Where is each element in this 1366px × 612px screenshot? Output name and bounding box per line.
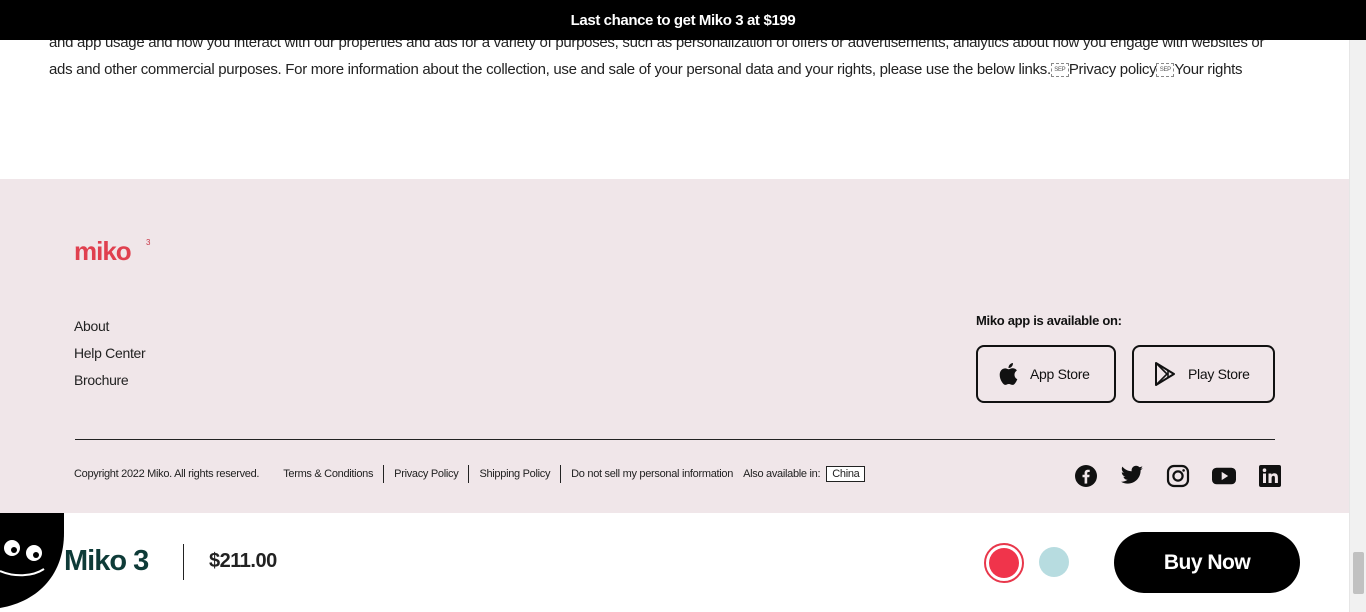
separator-glyph: SEP [1050, 63, 1069, 78]
page-scrollbar[interactable] [1349, 40, 1366, 612]
miko-logo[interactable]: miko 3 [74, 236, 154, 266]
linkedin-icon[interactable] [1258, 464, 1282, 488]
product-divider [183, 544, 184, 580]
apple-icon [999, 363, 1018, 385]
promo-bar[interactable]: Last chance to get Miko 3 at $199 [0, 0, 1366, 40]
region-selector-china[interactable]: China [826, 466, 866, 482]
shipping-policy-link[interactable]: Shipping Policy [469, 465, 562, 483]
do-not-sell-link[interactable]: Do not sell my personal information [561, 465, 743, 483]
product-price: $211.00 [209, 550, 277, 572]
miko-face-icon [0, 513, 64, 608]
footer-link-brochure[interactable]: Brochure [74, 367, 145, 394]
separator-glyph: SEP [1156, 63, 1175, 78]
footer-bottom-row: Copyright 2022 Miko. All rights reserved… [74, 465, 866, 483]
promo-text: Last chance to get Miko 3 at [570, 11, 760, 29]
instagram-icon[interactable] [1166, 464, 1190, 488]
terms-link[interactable]: Terms & Conditions [283, 465, 385, 483]
footer-divider [75, 439, 1275, 440]
logo-sup: 3 [146, 238, 151, 247]
copyright-text: Copyright 2022 Miko. All rights reserved… [74, 468, 260, 480]
color-swatch-red[interactable] [984, 543, 1024, 583]
youtube-icon[interactable] [1212, 464, 1236, 488]
social-links [1074, 464, 1282, 488]
your-rights-link[interactable]: Your rights [1174, 61, 1242, 78]
app-store-label: App Store [1030, 366, 1090, 382]
play-store-icon [1155, 362, 1175, 386]
color-swatch-blue[interactable] [1039, 547, 1069, 577]
privacy-policy-footer-link[interactable]: Privacy Policy [384, 465, 470, 483]
twitter-icon[interactable] [1120, 464, 1144, 488]
footer-link-about[interactable]: About [74, 313, 145, 340]
footer-nav: About Help Center Brochure [74, 313, 146, 394]
legal-links: Terms & Conditions Privacy Policy Shipping… [283, 465, 743, 483]
footer: miko 3 About Help Center Brochure Miko a… [0, 179, 1349, 519]
app-store-button[interactable]: App Store [976, 345, 1116, 403]
page: Last chance to get Miko 3 at $199 and ap… [0, 0, 1366, 612]
footer-link-help-center[interactable]: Help Center [74, 340, 146, 367]
also-available-label: Also available in: [743, 468, 821, 480]
color-swatch-red-fill [989, 548, 1019, 578]
sticky-buy-bar: Miko 3 $211.00 Buy Now [0, 513, 1349, 612]
facebook-icon[interactable] [1074, 464, 1098, 488]
play-store-label: Play Store [1188, 366, 1250, 382]
play-store-button[interactable]: Play Store [1132, 345, 1275, 403]
buy-now-button[interactable]: Buy Now [1114, 532, 1300, 593]
app-availability-title: Miko app is available on: [976, 313, 1122, 328]
product-name: Miko 3 [64, 545, 149, 577]
privacy-policy-link[interactable]: Privacy policy [1069, 61, 1157, 78]
logo-text: miko [74, 236, 131, 266]
miko-logo-icon: miko 3 [74, 236, 151, 266]
promo-price: $199 [763, 11, 796, 29]
scrollbar-thumb[interactable] [1353, 552, 1364, 594]
